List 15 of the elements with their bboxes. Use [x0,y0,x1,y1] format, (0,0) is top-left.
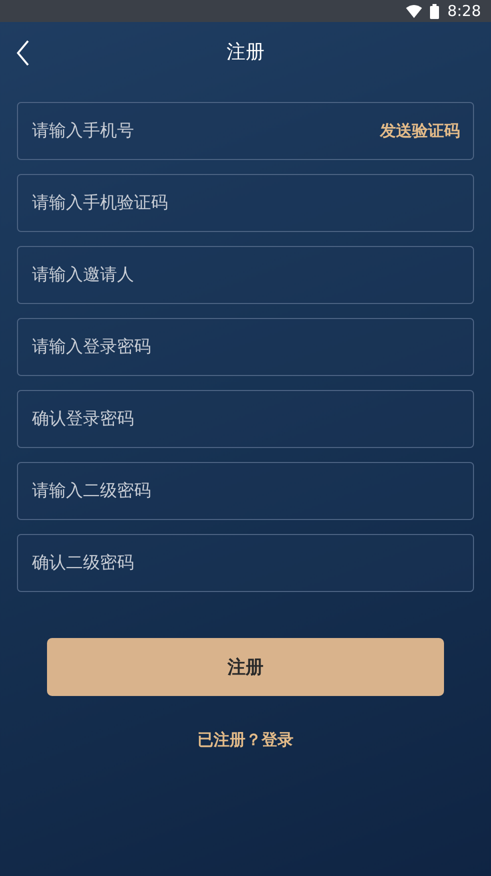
back-icon[interactable] [16,40,30,66]
input-field[interactable]: 确认登录密码 [17,390,474,448]
register-button[interactable]: 注册 [47,638,444,696]
input-field[interactable]: 请输入邀请人 [17,246,474,304]
input-field[interactable]: 确认二级密码 [17,534,474,592]
input-field[interactable]: 请输入二级密码 [17,462,474,520]
login-prompt: 已注册？ [198,730,262,751]
status-time: 8:28 [447,2,481,20]
input-field[interactable]: 请输入登录密码 [17,318,474,376]
page-title: 注册 [226,40,264,65]
login-link[interactable]: 登录 [262,730,294,751]
input-field[interactable]: 请输入手机验证码 [17,174,474,232]
wifi-icon [406,4,422,18]
battery-icon [430,4,440,18]
send-code-button[interactable]: 发送验证码 [380,121,460,142]
